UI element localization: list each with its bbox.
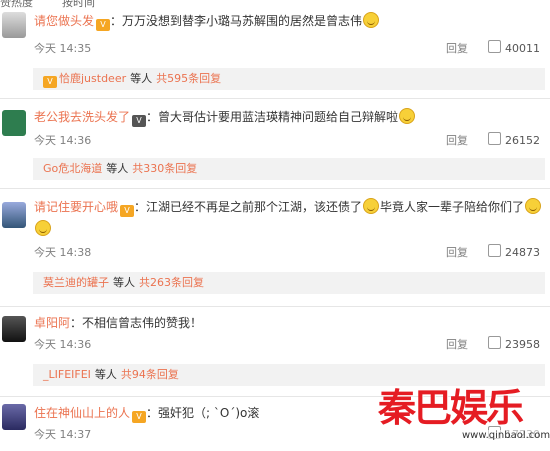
comment-time: 今天 14:36 [34, 338, 92, 351]
thumb-up-icon [488, 40, 501, 53]
reply-button[interactable]: 回复 [446, 244, 468, 260]
avatar[interactable] [2, 316, 26, 342]
thumb-up-icon [488, 336, 501, 349]
header-cut: 赞热度 按时间 [0, 0, 550, 8]
comment-time: 今天 14:38 [34, 246, 92, 259]
comment-line: 请您做头发 V ：万万没想到替李小璐马苏解围的居然是曾志伟 [34, 12, 380, 31]
smile-emoji-icon [525, 198, 542, 214]
sub-reply-bar[interactable]: Go危北海道 等人 共330条回复 [33, 158, 545, 180]
username[interactable]: 请您做头发 [34, 14, 94, 28]
avatar[interactable] [2, 110, 26, 136]
vip-badge-icon: V [132, 411, 147, 423]
watermark-url: www.qinbaol.com [462, 430, 550, 441]
fireworks-badge-icon: V [132, 115, 147, 127]
laugh-emoji-icon [399, 108, 416, 124]
like-button[interactable]: 24873 [488, 244, 540, 259]
sub-reply-label: 等人 [130, 72, 153, 85]
watermark-logo: 秦巴娱乐 [378, 385, 524, 430]
username[interactable]: 卓阳阿 [34, 316, 70, 330]
sub-reply-user[interactable]: 恰鹿justdeer [59, 72, 126, 85]
reply-button[interactable]: 回复 [446, 132, 468, 148]
sub-reply-count[interactable]: 共330条回复 [132, 162, 197, 175]
comment-time: 今天 14:35 [34, 42, 92, 55]
vip-badge-icon: V [43, 76, 57, 88]
comment-text: 江湖已经不再是之前那个江湖，该还债了 [146, 200, 363, 214]
divider [0, 98, 550, 99]
reply-button[interactable]: 回复 [446, 336, 468, 352]
sub-reply-label: 等人 [106, 162, 129, 175]
smile-emoji-icon [363, 198, 380, 214]
sub-reply-user[interactable]: _LIFEIFEI [43, 368, 91, 381]
thumb-up-icon [488, 244, 501, 257]
sub-reply-bar[interactable]: V 恰鹿justdeer 等人 共595条回复 [33, 68, 545, 90]
sort-time-tab[interactable]: 按时间 [62, 0, 95, 8]
sub-reply-label: 等人 [94, 368, 117, 381]
vip-badge-icon: V [120, 205, 135, 217]
comment-time: 今天 14:36 [34, 134, 92, 147]
sub-reply-label: 等人 [113, 276, 135, 289]
like-count: 23958 [505, 338, 540, 351]
cat-emoji-icon [363, 12, 380, 28]
like-button[interactable]: 23958 [488, 336, 540, 351]
sub-reply-user[interactable]: 莫兰迪的罐子 [43, 276, 109, 289]
sub-reply-user[interactable]: Go危北海道 [43, 162, 102, 175]
comment-text: 万万没想到替李小璐马苏解围的居然是曾志伟 [122, 14, 363, 28]
sort-hot-tab[interactable]: 赞热度 [0, 0, 33, 8]
comment-text: 曾大哥估计要用蓝洁瑛精神问题给自己辩解啦 [158, 110, 399, 124]
username[interactable]: 请记住要开心哦 [34, 200, 118, 214]
avatar[interactable] [2, 404, 26, 430]
divider [0, 306, 550, 307]
comment-line: 请记住要开心哦 V ：江湖已经不再是之前那个江湖，该还债了 毕竟人家一辈子陪给你们了 [34, 198, 542, 217]
reply-button[interactable]: 回复 [446, 40, 468, 56]
comment-line: 住在神仙山上的人 V ：强奸犯（; `O´)o滚 [34, 406, 260, 423]
sub-reply-count[interactable]: 共263条回复 [139, 276, 204, 289]
like-button[interactable]: 40011 [488, 40, 540, 55]
sub-reply-bar[interactable]: _LIFEIFEI 等人 共94条回复 [33, 364, 545, 386]
watermark: 秦巴娱乐 www.qinbaol.com [378, 386, 550, 451]
comment-time: 今天 14:37 [34, 428, 92, 441]
sub-reply-bar[interactable]: 莫兰迪的罐子 等人 共263条回复 [33, 272, 545, 294]
sub-reply-count[interactable]: 共595条回复 [156, 72, 221, 85]
avatar[interactable] [2, 202, 26, 228]
smile-emoji-icon [35, 220, 51, 236]
like-count: 40011 [505, 42, 540, 55]
divider [0, 188, 550, 189]
comment-line-2 [34, 220, 52, 238]
like-button[interactable]: 26152 [488, 132, 540, 147]
vip-badge-icon: V [96, 19, 111, 31]
username[interactable]: 老公我去洗头发了 [34, 110, 130, 124]
sub-reply-count[interactable]: 共94条回复 [121, 368, 179, 381]
comment-text: 强奸犯（; `O´)o滚 [158, 406, 260, 420]
thumb-up-icon [488, 132, 501, 145]
comment-line: 卓阳阿：不相信曾志伟的赞我！ [34, 316, 203, 330]
comment-text: 不相信曾志伟的赞我！ [82, 316, 203, 330]
comment-line: 老公我去洗头发了 V ：曾大哥估计要用蓝洁瑛精神问题给自己辩解啦 [34, 108, 416, 127]
username[interactable]: 住在神仙山上的人 [34, 406, 130, 420]
avatar[interactable] [2, 12, 26, 38]
comment-text-continued: 毕竟人家一辈子陪给你们了 [380, 200, 525, 214]
like-count: 24873 [505, 246, 540, 259]
like-count: 26152 [505, 134, 540, 147]
